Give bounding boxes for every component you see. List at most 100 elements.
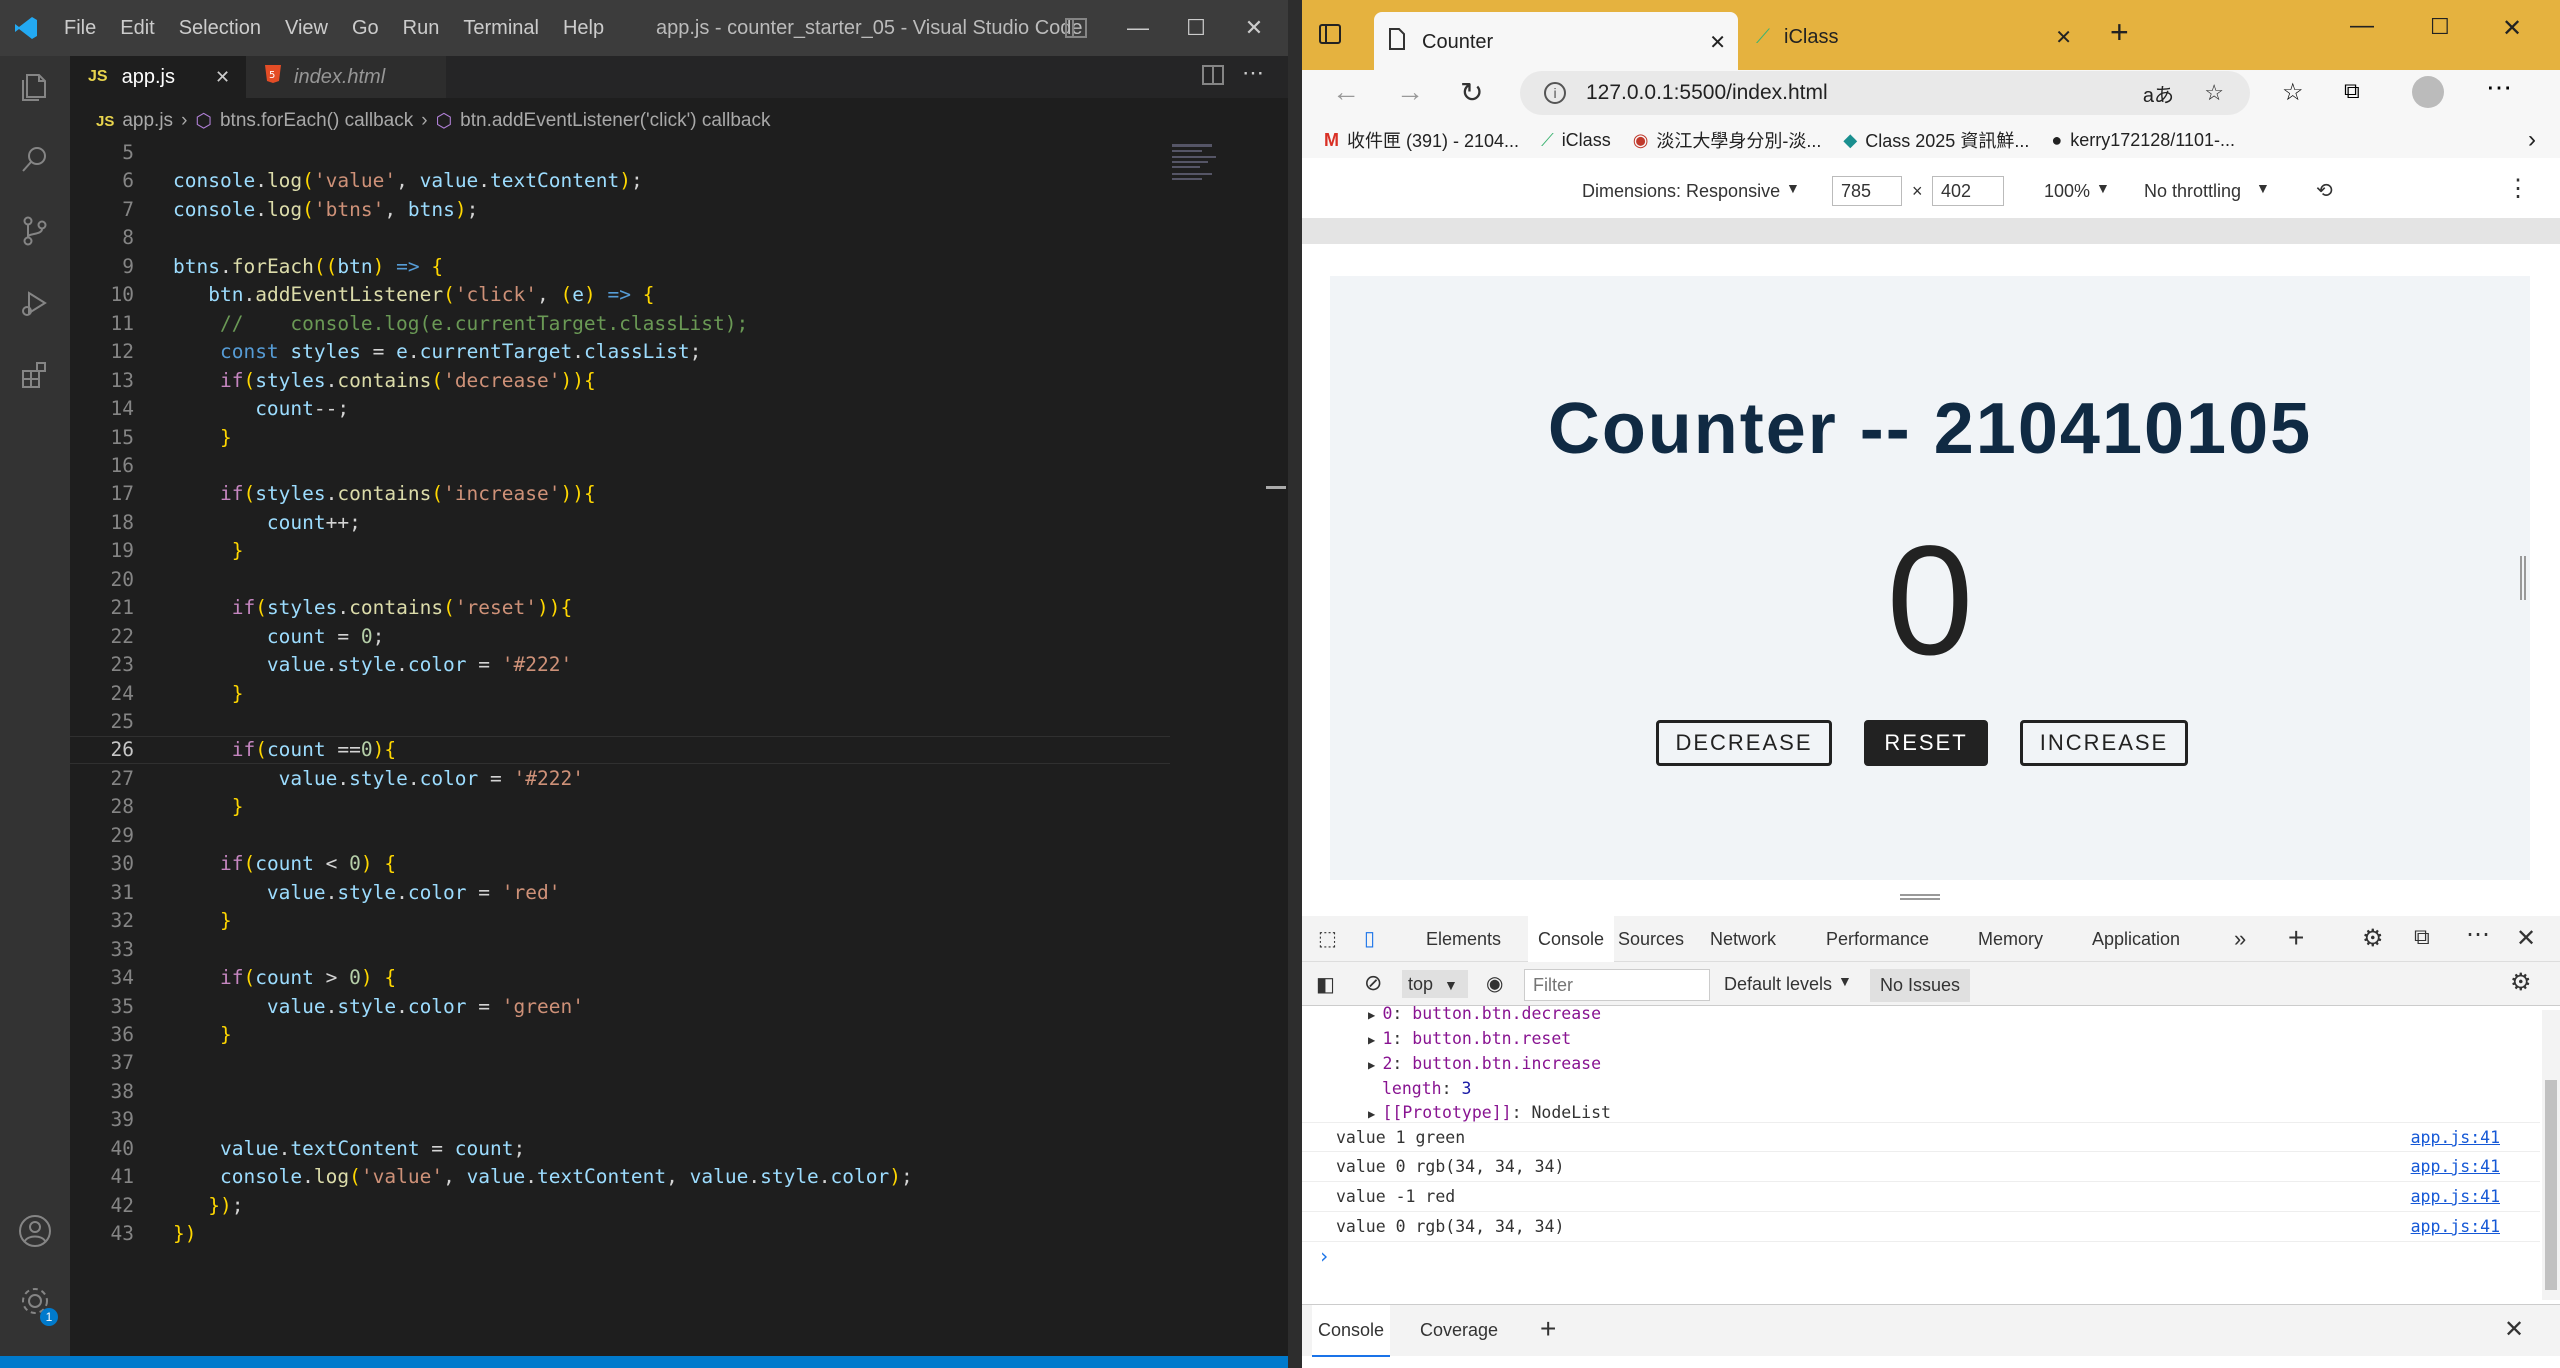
breadcrumb-foreach[interactable]: btns.forEach() callback: [220, 110, 413, 132]
console-prompt[interactable]: ›: [1318, 1244, 1330, 1268]
favorites-icon[interactable]: ☆: [2282, 78, 2304, 107]
settings-more-icon[interactable]: ⋯: [2486, 72, 2512, 103]
site-info-icon[interactable]: i: [1544, 82, 1566, 104]
back-icon[interactable]: ←: [1332, 76, 1360, 108]
tree-item[interactable]: ▶ 1: button.btn.reset: [1368, 1027, 1611, 1052]
close-drawer-icon[interactable]: ✕: [2504, 1315, 2524, 1344]
tab-actions-icon[interactable]: [1318, 22, 1342, 51]
sidebar-toggle-icon[interactable]: ◧: [1316, 972, 1335, 997]
source-link[interactable]: app.js:41: [2411, 1123, 2500, 1153]
height-input[interactable]: 402: [1932, 176, 2004, 206]
console-output[interactable]: ▶ 0: button.btn.decrease ▶ 1: button.btn…: [1302, 1004, 2540, 1300]
add-tab-icon[interactable]: +: [2288, 922, 2304, 954]
bookmark-iclass[interactable]: ⟋ iClass: [1541, 130, 1611, 151]
minimize-icon[interactable]: —: [1110, 0, 1166, 56]
bookmark-gmail[interactable]: M 收件匣 (391) - 2104...: [1324, 127, 1519, 153]
throttling-dropdown[interactable]: No throttling: [2144, 181, 2241, 202]
close-devtools-icon[interactable]: ✕: [2516, 924, 2536, 953]
tab-network[interactable]: Network: [1710, 916, 1776, 962]
context-selector[interactable]: top ▼: [1402, 970, 1468, 998]
clear-console-icon[interactable]: ⊘: [1364, 970, 1382, 996]
close-icon[interactable]: ✕: [1226, 0, 1282, 56]
issues-button[interactable]: No Issues: [1870, 969, 1971, 1002]
maximize-icon[interactable]: ☐: [2430, 14, 2450, 40]
breadcrumb-file[interactable]: app.js: [122, 110, 173, 132]
increase-button[interactable]: INCREASE: [2020, 720, 2188, 766]
tab-application[interactable]: Application: [2092, 916, 2180, 962]
console-settings-icon[interactable]: ⚙: [2510, 968, 2532, 997]
maximize-icon[interactable]: ☐: [1168, 0, 1224, 56]
browser-tab-counter[interactable]: Counter ✕: [1374, 12, 1738, 72]
explorer-icon[interactable]: [14, 66, 56, 108]
bookmark-tku[interactable]: ◉ 淡江大學身分別-淡...: [1633, 127, 1822, 153]
tab-performance[interactable]: Performance: [1826, 916, 1929, 962]
more-tabs-icon[interactable]: »: [2234, 926, 2246, 952]
url-field[interactable]: i 127.0.0.1:5500/index.html aあ ☆: [1520, 71, 2250, 115]
menu-help[interactable]: Help: [551, 0, 616, 56]
new-tab-icon[interactable]: +: [2110, 14, 2129, 51]
read-aloud-icon[interactable]: aあ: [2143, 79, 2174, 108]
browser-tab-iclass[interactable]: ⟋ iClass ✕: [1746, 12, 2086, 62]
decrease-button[interactable]: DECREASE: [1656, 720, 1832, 766]
collections-icon[interactable]: ⧉: [2344, 78, 2360, 104]
run-debug-icon[interactable]: [14, 282, 56, 324]
dock-icon[interactable]: ⧉: [2414, 924, 2430, 950]
tab-close-icon[interactable]: ✕: [2055, 25, 2072, 50]
tab-index-html[interactable]: 5 index.html: [246, 56, 446, 98]
tab-close-icon[interactable]: ✕: [215, 67, 230, 88]
menu-selection[interactable]: Selection: [167, 0, 273, 56]
add-favorite-icon[interactable]: ☆: [2204, 80, 2224, 106]
console-scrollbar[interactable]: [2542, 1010, 2560, 1300]
more-options-icon[interactable]: ⋯: [2466, 920, 2490, 949]
search-icon[interactable]: [14, 138, 56, 180]
source-link[interactable]: app.js:41: [2411, 1152, 2500, 1182]
minimize-icon[interactable]: —: [2350, 12, 2374, 40]
menu-view[interactable]: View: [273, 0, 340, 56]
menu-run[interactable]: Run: [391, 0, 452, 56]
zoom-dropdown[interactable]: 100%: [2044, 181, 2090, 202]
account-icon[interactable]: [14, 1210, 56, 1252]
menu-go[interactable]: Go: [340, 0, 391, 56]
more-options-icon[interactable]: ⋮: [2506, 174, 2530, 203]
close-icon[interactable]: ✕: [2502, 14, 2522, 43]
extensions-icon[interactable]: [14, 354, 56, 396]
code-editor[interactable]: 5 6 console.log('value', value.textContent…: [70, 141, 1288, 1356]
viewport-resize-handle[interactable]: [2520, 556, 2526, 600]
tab-console[interactable]: Console: [1528, 916, 1615, 964]
drawer-tab-coverage[interactable]: Coverage: [1420, 1305, 1498, 1355]
viewport-height-handle[interactable]: [1900, 894, 1940, 900]
bookmark-class-2025[interactable]: ◆ Class 2025 資訊鮮...: [1843, 127, 2029, 153]
menu-file[interactable]: File: [52, 0, 108, 56]
source-link[interactable]: app.js:41: [2411, 1182, 2500, 1212]
split-editor-icon[interactable]: [1202, 64, 1224, 91]
width-input[interactable]: 785: [1832, 176, 1902, 206]
profile-avatar[interactable]: [2412, 76, 2444, 108]
source-link[interactable]: app.js:41: [2411, 1212, 2500, 1242]
reset-button[interactable]: RESET: [1864, 720, 1988, 766]
add-drawer-tab-icon[interactable]: +: [1540, 1313, 1556, 1345]
minimap[interactable]: [1172, 140, 1236, 230]
menu-edit[interactable]: Edit: [108, 0, 166, 56]
dimensions-dropdown[interactable]: Dimensions: Responsive: [1582, 181, 1780, 202]
devtools-settings-icon[interactable]: ⚙: [2362, 924, 2384, 953]
breadcrumb-listener[interactable]: btn.addEventListener('click') callback: [460, 110, 770, 132]
layout-icon[interactable]: [1048, 0, 1104, 56]
tree-item[interactable]: ▶ 2: button.btn.increase: [1368, 1052, 1611, 1077]
tab-app-js[interactable]: JS app.js ✕: [70, 56, 246, 98]
chevron-right-icon[interactable]: ›: [2528, 126, 2536, 154]
rotate-icon[interactable]: ⟲: [2316, 178, 2333, 203]
live-expression-icon[interactable]: ◉: [1486, 971, 1503, 996]
tab-memory[interactable]: Memory: [1978, 916, 2043, 962]
forward-icon[interactable]: →: [1396, 76, 1424, 108]
device-emulation-icon[interactable]: ▯: [1364, 926, 1375, 951]
tree-item[interactable]: ▶ 0: button.btn.decrease: [1368, 1002, 1611, 1027]
inspect-element-icon[interactable]: ⬚: [1318, 926, 1337, 951]
tab-sources[interactable]: Sources: [1618, 916, 1684, 962]
menu-terminal[interactable]: Terminal: [451, 0, 551, 56]
tab-elements[interactable]: Elements: [1426, 916, 1501, 962]
tab-close-icon[interactable]: ✕: [1709, 30, 1726, 55]
levels-dropdown[interactable]: Default levels: [1724, 974, 1832, 995]
refresh-icon[interactable]: ↻: [1460, 76, 1483, 109]
drawer-tab-console[interactable]: Console: [1312, 1305, 1391, 1357]
source-control-icon[interactable]: [14, 210, 56, 252]
